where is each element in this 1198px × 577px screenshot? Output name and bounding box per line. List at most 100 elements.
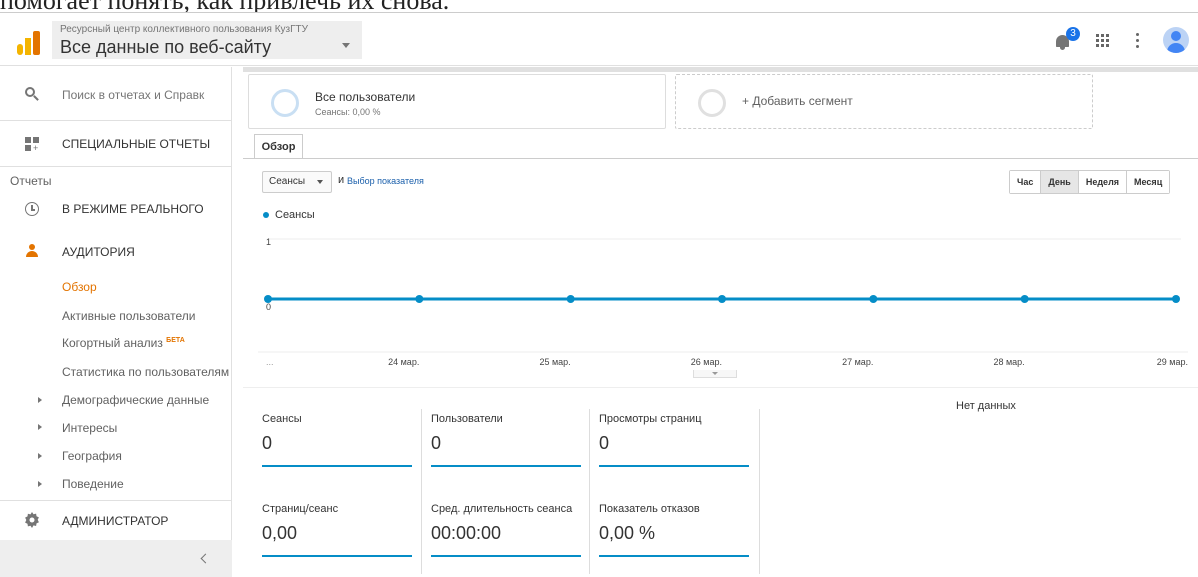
scorecard-label: Просмотры страниц: [599, 413, 702, 425]
segment-all-users[interactable]: Все пользователи Сеансы: 0,00 %: [248, 74, 666, 129]
x-tick-label: 25 мар.: [539, 357, 570, 367]
scorecard-label: Страниц/сеанс: [262, 503, 339, 515]
scorecard-pages-per-session[interactable]: Страниц/сеанс 0,00: [262, 503, 430, 573]
legend-label: Сеансы: [275, 209, 315, 221]
y-tick-label: 0: [266, 302, 271, 312]
sidebar-item-user-explorer[interactable]: Статистика по пользователям: [62, 365, 229, 379]
x-tick-label: 26 мар.: [691, 357, 722, 367]
data-point[interactable]: [566, 295, 575, 303]
sessions-line-chart: 0 1... 24 мар. 25 мар. 26 мар. 27 мар. 28 мар.…: [258, 237, 1188, 367]
scorecard-value: 0: [599, 433, 610, 453]
search-input[interactable]: [62, 86, 222, 104]
scorecard-label: Пользователи: [431, 413, 503, 425]
sidebar-item-geo[interactable]: География: [62, 449, 122, 463]
scorecard-label: Сеансы: [262, 413, 302, 425]
data-point[interactable]: [1172, 295, 1180, 303]
search-icon: [25, 87, 39, 101]
sidebar-item-active-users[interactable]: Активные пользователи: [62, 309, 195, 323]
overlay-text: помогает понять, как привлечь их снова.: [0, 0, 1198, 12]
top-header: Ресурсный центр коллективного пользовани…: [0, 12, 1198, 66]
scorecard-value: 0: [431, 433, 442, 453]
add-segment-button[interactable]: + Добавить сегмент: [675, 74, 1093, 129]
scorecard-pageviews[interactable]: Просмотры страниц 0: [599, 413, 767, 483]
data-point[interactable]: [869, 295, 878, 303]
tab-overview[interactable]: Обзор: [254, 134, 303, 159]
property-name: Все данные по веб-сайту: [60, 37, 272, 57]
chevron-down-icon: [317, 180, 323, 184]
x-tick-label: 28 мар.: [993, 357, 1024, 367]
granularity-toggle: Час День Неделя Месяц: [1009, 170, 1171, 194]
sidebar-item-label: Когортный анализ: [62, 336, 163, 350]
sidebar-item-label: АУДИТОРИЯ: [62, 245, 135, 259]
dashboard-icon: +: [25, 137, 39, 153]
segment-ring-icon: [698, 89, 726, 117]
avatar[interactable]: [1163, 27, 1189, 53]
sidebar-item-behavior[interactable]: Поведение: [62, 477, 124, 491]
data-point[interactable]: [264, 295, 272, 303]
add-segment-label: + Добавить сегмент: [742, 94, 853, 108]
segment-title: Все пользователи: [315, 90, 416, 104]
x-tick-label: 24 мар.: [388, 357, 419, 367]
apps-grid-icon[interactable]: [1096, 34, 1110, 48]
analytics-logo-icon[interactable]: [17, 31, 41, 55]
scorecard-avg-duration[interactable]: Сред. длительность сеанса 00:00:00: [431, 503, 599, 573]
chevron-down-icon: [342, 43, 350, 48]
scorecard-sparkline: [431, 465, 581, 467]
sidebar-item-overview[interactable]: Обзор: [62, 280, 97, 294]
clock-icon: [25, 202, 39, 216]
org-name: Ресурсный центр коллективного пользовани…: [60, 24, 308, 35]
more-vert-icon[interactable]: [1136, 33, 1140, 49]
sidebar-item-interests[interactable]: Интересы: [62, 421, 117, 435]
sidebar-item-custom-reports[interactable]: + СПЕЦИАЛЬНЫЕ ОТЧЕТЫ: [0, 123, 232, 167]
collapse-sidebar-button[interactable]: [0, 540, 232, 577]
legend-marker: [263, 212, 269, 218]
x-tick-label: 29 мар.: [1157, 357, 1188, 367]
scorecard-value: 00:00:00: [431, 523, 502, 543]
y-tick-label: 1: [266, 237, 271, 247]
sidebar-item-cohort[interactable]: Когортный анализ БЕТА: [62, 336, 185, 350]
sidebar-item-label: АДМИНИСТРАТОР: [62, 514, 169, 528]
chart-resize-handle[interactable]: [693, 370, 737, 378]
sidebar-search: [0, 67, 232, 121]
scorecard-sparkline: [599, 465, 749, 467]
expand-arrow-icon: [38, 453, 42, 459]
sidebar-item-audience[interactable]: АУДИТОРИЯ: [0, 232, 232, 272]
and-label: и: [338, 174, 345, 186]
metric-select-value: Сеансы: [269, 176, 306, 187]
scorecard-sessions[interactable]: Сеансы 0: [262, 413, 430, 483]
granularity-day[interactable]: День: [1040, 171, 1078, 193]
scorecard-sparkline: [599, 555, 749, 557]
data-point[interactable]: [1020, 295, 1029, 303]
tab-divider: [243, 158, 1198, 159]
header-strip: [243, 67, 1198, 72]
granularity-hour[interactable]: Час: [1010, 171, 1041, 193]
expand-arrow-icon: [38, 424, 42, 430]
scorecard-value: 0,00: [262, 523, 298, 543]
reports-section-label: Отчеты: [10, 174, 52, 188]
expand-arrow-icon: [38, 397, 42, 403]
sidebar-item-admin[interactable]: АДМИНИСТРАТОР: [0, 500, 232, 540]
data-point[interactable]: [718, 295, 726, 303]
scorecard-value: 0: [262, 433, 273, 453]
scorecard-bounce-rate[interactable]: Показатель отказов 0,00 %: [599, 503, 767, 573]
sidebar-item-realtime[interactable]: В РЕЖИМЕ РЕАЛЬНОГО: [0, 189, 232, 229]
granularity-month[interactable]: Месяц: [1126, 171, 1170, 193]
sidebar-item-demographics[interactable]: Демографические данные: [62, 393, 209, 407]
account-selector[interactable]: Ресурсный центр коллективного пользовани…: [52, 21, 362, 59]
sidebar-item-label: СПЕЦИАЛЬНЫЕ ОТЧЕТЫ: [62, 137, 211, 151]
granularity-week[interactable]: Неделя: [1077, 171, 1127, 193]
data-point[interactable]: [415, 295, 424, 303]
scorecard-sparkline: [431, 555, 581, 557]
person-icon: [25, 244, 39, 258]
choose-metric-link[interactable]: Выбор показателя: [347, 176, 424, 186]
no-data-label: Нет данных: [956, 400, 1016, 412]
scorecard-value: 0,00 %: [599, 523, 656, 543]
scorecard-label: Сред. длительность сеанса: [431, 503, 573, 515]
metric-select[interactable]: Сеансы: [262, 171, 332, 193]
beta-badge: БЕТА: [166, 337, 185, 344]
notification-badge: 3: [1066, 27, 1080, 41]
scorecard-users[interactable]: Пользователи 0: [431, 413, 599, 483]
x-tick-label: ...: [266, 357, 274, 367]
gear-icon: [24, 512, 40, 528]
chevron-left-icon: [200, 553, 211, 564]
